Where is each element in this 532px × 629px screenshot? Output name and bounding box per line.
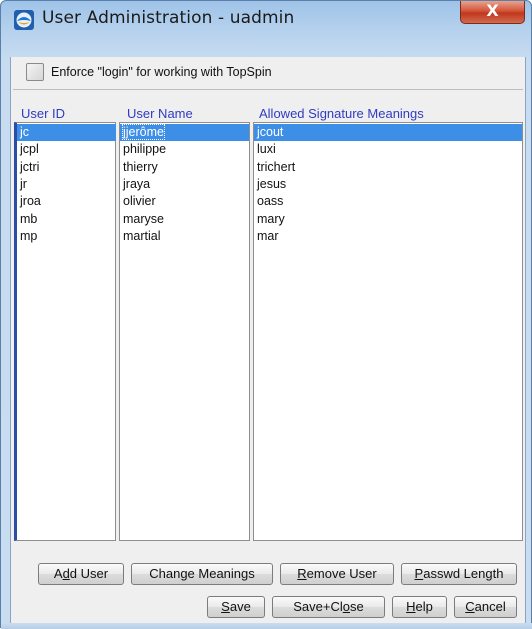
user-name-cell[interactable]: philippe bbox=[120, 141, 249, 158]
user-id-cell[interactable]: jroa bbox=[17, 193, 116, 210]
change-meanings-mnemonic: g bbox=[180, 566, 188, 581]
signature-meaning-cell[interactable]: trichert bbox=[254, 159, 522, 176]
help-label-b: elp bbox=[415, 599, 433, 614]
dialog-content: Enforce "login" for working with TopSpin… bbox=[10, 57, 526, 629]
close-icon: X bbox=[486, 1, 499, 20]
signature-meaning-cell[interactable]: oass bbox=[254, 193, 522, 210]
enforce-login-row: Enforce "login" for working with TopSpin bbox=[11, 57, 525, 89]
user-id-cell-text: jr bbox=[20, 176, 27, 191]
header-user-name: User Name bbox=[127, 106, 193, 121]
signature-meaning-cell-text: jesus bbox=[257, 176, 287, 191]
signature-meaning-cell[interactable]: luxi bbox=[254, 141, 522, 158]
signature-meaning-cell-text: trichert bbox=[257, 159, 296, 174]
add-user-mnemonic: d bbox=[62, 566, 70, 581]
title-bar[interactable]: User Administration - uadmin X bbox=[1, 1, 531, 37]
user-id-cell[interactable]: mp bbox=[17, 228, 116, 245]
enforce-login-checkbox[interactable] bbox=[26, 63, 44, 81]
topspin-app-icon bbox=[14, 10, 34, 30]
passwd-length-mnemonic: P bbox=[414, 566, 424, 581]
user-name-cell[interactable]: maryse bbox=[120, 211, 249, 228]
user-id-cell[interactable]: jc bbox=[17, 124, 116, 141]
remove-user-button[interactable]: Remove User bbox=[280, 563, 394, 585]
user-administration-window: User Administration - uadmin X Enforce "… bbox=[0, 0, 532, 629]
user-id-cell[interactable]: jcpl bbox=[17, 141, 116, 158]
user-name-cell-text: philippe bbox=[123, 142, 167, 157]
save-close-label-b: se bbox=[350, 599, 364, 614]
cancel-mnemonic: C bbox=[465, 599, 475, 614]
user-id-cell-text: mb bbox=[20, 211, 38, 226]
change-meanings-button[interactable]: Change Meanings bbox=[131, 563, 273, 585]
user-name-cell[interactable]: jjerôme bbox=[120, 124, 249, 141]
user-id-cell-text: jroa bbox=[20, 194, 41, 209]
save-close-button[interactable]: Save+Close bbox=[272, 596, 385, 618]
close-button[interactable]: X bbox=[460, 1, 525, 24]
signature-meaning-cell[interactable]: mary bbox=[254, 211, 522, 228]
user-name-cell[interactable]: thierry bbox=[120, 159, 249, 176]
user-name-cell[interactable]: martial bbox=[120, 228, 249, 245]
user-name-list[interactable]: jjerôme philippe thierry jraya olivier maryse… bbox=[119, 122, 250, 541]
user-name-cell-text: jjerôme bbox=[122, 124, 165, 140]
user-name-cell-text: martial bbox=[123, 228, 161, 243]
help-mnemonic: H bbox=[406, 599, 416, 614]
window-title: User Administration - uadmin bbox=[42, 8, 295, 28]
enforce-login-label[interactable]: Enforce "login" for working with TopSpin bbox=[51, 65, 272, 79]
signature-meaning-cell-text: mary bbox=[257, 211, 285, 226]
passwd-length-label-b: asswd Length bbox=[423, 566, 504, 581]
user-id-cell[interactable]: jr bbox=[17, 176, 116, 193]
save-mnemonic: S bbox=[221, 599, 230, 614]
passwd-length-button[interactable]: Passwd Length bbox=[401, 563, 517, 585]
add-user-button[interactable]: Add User bbox=[38, 563, 124, 585]
signature-meaning-cell-text: oass bbox=[257, 194, 284, 209]
signature-meaning-cell-text: jcout bbox=[257, 125, 284, 139]
user-name-cell-text: thierry bbox=[123, 159, 158, 174]
separator bbox=[13, 89, 523, 90]
save-label-b: ave bbox=[229, 599, 251, 614]
add-user-label-b: d User bbox=[69, 566, 109, 581]
signature-meaning-cell[interactable]: mar bbox=[254, 228, 522, 245]
save-close-label-a: Save+Cl bbox=[293, 599, 343, 614]
user-id-list[interactable]: jc jcpl jctri jr jroa mb mp bbox=[14, 122, 116, 541]
user-name-cell[interactable]: jraya bbox=[120, 176, 249, 193]
save-button[interactable]: Save bbox=[207, 596, 265, 618]
save-close-mnemonic: o bbox=[342, 599, 350, 614]
signature-meaning-cell[interactable]: jesus bbox=[254, 176, 522, 193]
header-signature-meanings: Allowed Signature Meanings bbox=[259, 106, 424, 121]
user-table: User ID User Name Allowed Signature Mean… bbox=[13, 101, 523, 543]
user-id-cell-text: jcpl bbox=[20, 142, 39, 157]
header-user-id: User ID bbox=[21, 106, 66, 121]
cancel-button[interactable]: Cancel bbox=[454, 596, 517, 618]
signature-meaning-cell-text: luxi bbox=[257, 142, 276, 157]
user-name-cell-text: olivier bbox=[123, 194, 156, 209]
user-id-cell-text: jc bbox=[20, 125, 30, 139]
user-id-cell[interactable]: jctri bbox=[17, 159, 116, 176]
signature-meaning-cell[interactable]: jcout bbox=[254, 124, 522, 141]
signature-meanings-list[interactable]: jcout luxi trichert jesus oass mary mar bbox=[253, 122, 523, 541]
user-id-cell[interactable]: mb bbox=[17, 211, 116, 228]
signature-meaning-cell-text: mar bbox=[257, 228, 279, 243]
change-meanings-label-a: Chan bbox=[149, 566, 181, 581]
add-user-label-a: A bbox=[53, 566, 63, 581]
user-id-cell-text: mp bbox=[20, 228, 38, 243]
user-name-cell[interactable]: olivier bbox=[120, 193, 249, 210]
user-name-cell-text: maryse bbox=[123, 211, 164, 226]
window-bottom-edge bbox=[1, 623, 532, 629]
user-id-cell-text: jctri bbox=[20, 159, 40, 174]
help-button[interactable]: Help bbox=[392, 596, 447, 618]
remove-user-label-b: emove User bbox=[306, 566, 377, 581]
remove-user-mnemonic: R bbox=[297, 566, 307, 581]
cancel-label-b: ancel bbox=[474, 599, 506, 614]
user-name-cell-text: jraya bbox=[123, 176, 151, 191]
change-meanings-label-b: e Meanings bbox=[187, 566, 255, 581]
